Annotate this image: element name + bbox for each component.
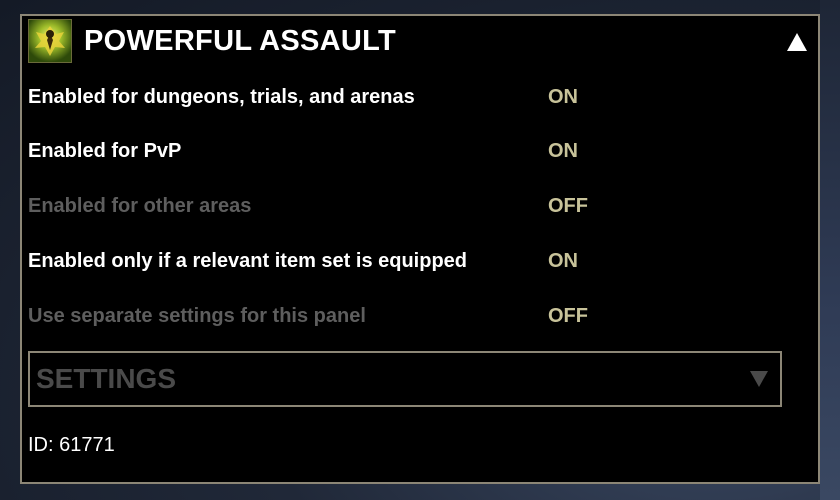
setting-label-dungeons: Enabled for dungeons, trials, and arenas [28, 86, 415, 108]
triangle-up-icon [787, 33, 807, 51]
powerful-assault-set-icon [28, 19, 72, 63]
setting-row-separate-settings: Use separate settings for this panel OFF [28, 297, 808, 337]
setting-label-other-areas: Enabled for other areas [28, 195, 252, 217]
panel-header: POWERFUL ASSAULT [22, 16, 818, 70]
panel-title: POWERFUL ASSAULT [84, 25, 396, 57]
background-scenery [820, 0, 840, 500]
triangle-down-icon [750, 371, 768, 387]
setting-label-item-set-equipped: Enabled only if a relevant item set is e… [28, 250, 468, 272]
setting-toggle-dungeons[interactable]: ON [548, 86, 578, 109]
setting-label-pvp: Enabled for PvP [28, 140, 182, 162]
setting-row-dungeons: Enabled for dungeons, trials, and arenas… [28, 78, 808, 118]
settings-dropdown-label: SETTINGS [36, 363, 177, 394]
setting-row-other-areas: Enabled for other areas OFF [28, 187, 808, 227]
collapse-button[interactable] [784, 30, 810, 54]
settings-dropdown[interactable]: SETTINGS [28, 351, 782, 407]
setting-label-separate-settings: Use separate settings for this panel [28, 305, 366, 327]
setting-row-item-set-equipped: Enabled only if a relevant item set is e… [28, 242, 808, 282]
setting-toggle-other-areas[interactable]: OFF [548, 195, 588, 218]
setting-row-pvp: Enabled for PvP ON [28, 132, 808, 172]
powerful-assault-set-icon-graphic [29, 20, 71, 62]
set-id-label: ID: 61771 [28, 434, 115, 456]
setting-toggle-separate-settings[interactable]: OFF [548, 305, 588, 328]
setting-toggle-item-set-equipped[interactable]: ON [548, 250, 578, 273]
addon-settings-panel: POWERFUL ASSAULT Enabled for dungeons, t… [20, 14, 820, 484]
setting-toggle-pvp[interactable]: ON [548, 140, 578, 163]
